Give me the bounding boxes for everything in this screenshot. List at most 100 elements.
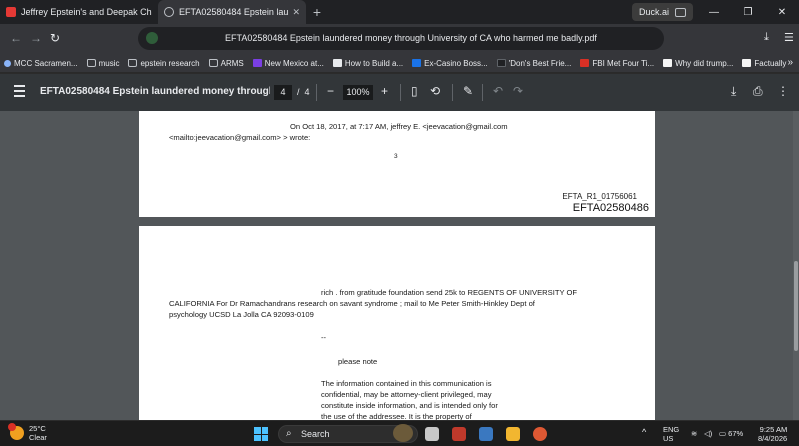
scrollbar-thumb[interactable] — [794, 261, 798, 351]
undo-icon[interactable]: ↶ — [493, 84, 503, 98]
weather-widget[interactable]: 25°C Clear — [8, 423, 47, 442]
redo-icon[interactable]: ↷ — [513, 84, 523, 98]
screen: Jeffrey Epstein's and Deepak Chop EFTA02… — [0, 0, 799, 446]
back-icon[interactable]: ← — [10, 31, 22, 45]
download-icon[interactable]: ⤓ — [731, 84, 736, 99]
new-tab-button[interactable]: + — [306, 0, 328, 24]
minimize-button[interactable]: — — [697, 0, 731, 24]
zoom-in-button[interactable]: + — [381, 84, 388, 98]
language-code: ENG — [663, 425, 680, 434]
language-indicator[interactable]: ENG US — [663, 425, 679, 443]
close-tab-icon[interactable]: ✕ — [292, 7, 300, 18]
site-icon — [332, 59, 342, 67]
total-pages: 4 — [304, 87, 310, 97]
zoom-out-button[interactable]: − — [327, 84, 334, 98]
file-manager-icon[interactable] — [425, 427, 439, 441]
address-text: EFTA02580484 Epstein laundered money thr… — [225, 33, 597, 43]
search-label: Search — [301, 429, 330, 439]
volume-icon[interactable]: ◁) — [704, 429, 712, 438]
sidebar-icon — [675, 7, 686, 17]
download-icon[interactable]: ⤓ — [764, 31, 769, 44]
folder-icon[interactable] — [506, 427, 520, 441]
bookmark-label: 'Don's Best Frie... — [508, 58, 572, 68]
site-icon — [663, 59, 673, 67]
pdf-page-3: On Oct 18, 2017, at 7:17 AM, jeffrey E. … — [139, 111, 655, 217]
chevron-up-icon[interactable]: ^ — [642, 428, 646, 437]
vertical-scrollbar[interactable] — [793, 111, 799, 420]
email-header-line: <mailto:jeevacation@gmail.com> > wrote: — [169, 133, 311, 142]
duck-ai-button[interactable]: Duck.ai — [631, 3, 693, 21]
rotate-icon[interactable]: ⟲ — [430, 84, 440, 98]
notepad-icon[interactable] — [479, 427, 493, 441]
body-line: psychology UCSD La Jolla CA 92093-0109 — [169, 310, 314, 319]
please-note-text: please note — [338, 357, 378, 366]
close-window-button[interactable]: ✕ — [765, 0, 799, 24]
page-number-input[interactable]: 4 — [274, 85, 292, 100]
body-line: rich . from gratitude foundation send 25… — [321, 288, 578, 297]
bookmark-epstein-research[interactable]: epstein research — [128, 59, 200, 68]
print-icon[interactable]: ⎙ — [753, 84, 763, 99]
duckduckgo-icon[interactable] — [533, 427, 547, 441]
maximize-button[interactable]: ❐ — [731, 0, 765, 24]
folder-icon — [128, 59, 138, 67]
site-icon — [580, 59, 590, 67]
sparkle-icon — [4, 59, 11, 67]
bookmark-why-did-trump[interactable]: Why did trump... — [663, 59, 733, 68]
page-number-label: 3 — [394, 153, 398, 160]
bookmark-arms[interactable]: ARMS — [208, 59, 244, 68]
more-bookmarks-icon[interactable]: » — [787, 57, 793, 68]
weather-condition: Clear — [29, 433, 47, 442]
hamburger-icon[interactable] — [14, 85, 25, 100]
pdf-page-4: rich . from gratitude foundation send 25… — [139, 226, 655, 420]
toolbar-divider — [400, 84, 401, 101]
bookmark-mcc-sacramento[interactable]: MCC Sacramen... — [4, 59, 78, 68]
confidentiality-line: confidential, may be attorney-client pri… — [321, 390, 492, 399]
bookmark-label: Factually — [754, 58, 787, 68]
site-icon — [412, 59, 422, 67]
bookmark-label: music — [98, 58, 120, 68]
bookmark-label: MCC Sacramen... — [14, 58, 78, 68]
bookmark-label: Ex-Casino Boss... — [424, 58, 488, 68]
zoom-input[interactable]: 100% — [343, 85, 373, 100]
bookmark-factually[interactable]: Factually — [742, 59, 786, 68]
shield-icon[interactable] — [146, 32, 158, 44]
annotate-pen-icon[interactable]: ✎ — [463, 84, 473, 98]
bookmark-new-mexico[interactable]: New Mexico at... — [252, 58, 324, 68]
folder-icon — [208, 59, 218, 67]
tab-title: Jeffrey Epstein's and Deepak Chop — [21, 7, 152, 17]
tab-strip-spacer — [328, 0, 628, 24]
tab-strip: Jeffrey Epstein's and Deepak Chop EFTA02… — [0, 0, 799, 24]
bookmark-dons-best-friend[interactable]: 'Don's Best Frie... — [496, 58, 572, 68]
menu-icon[interactable]: ☰ — [784, 31, 794, 44]
toolbar-divider — [316, 84, 317, 101]
bookmarks-bar: MCC Sacramen... music epstein research A… — [0, 54, 799, 73]
clock[interactable]: 9:25 AM 8/4/2026 — [758, 425, 787, 443]
duck-ai-label: Duck.ai — [638, 7, 669, 17]
bates-number-small: EFTA_R1_01756061 — [562, 192, 637, 201]
signature-dashes: -- — [321, 333, 327, 342]
bookmark-fbi-met[interactable]: FBI Met Four Ti... — [580, 59, 654, 68]
address-bar[interactable]: EFTA02580484 Epstein laundered money thr… — [138, 27, 664, 50]
site-icon — [496, 59, 506, 67]
reload-icon[interactable]: ↻ — [50, 31, 60, 45]
wifi-icon[interactable]: ≋ — [691, 429, 697, 438]
forward-icon[interactable]: → — [30, 31, 42, 45]
favicon-icon — [6, 7, 16, 17]
tab-jeffrey-epstein[interactable]: Jeffrey Epstein's and Deepak Chop — [0, 0, 158, 24]
windows-start-icon[interactable] — [254, 427, 268, 441]
bookmark-how-to-build[interactable]: How to Build a... — [332, 59, 403, 68]
email-header-line: On Oct 18, 2017, at 7:17 AM, jeffrey E. … — [290, 122, 508, 131]
more-options-icon[interactable]: ⋮ — [777, 84, 789, 98]
bookmark-ex-casino-boss[interactable]: Ex-Casino Boss... — [412, 59, 488, 68]
fit-page-icon[interactable]: ▯ — [411, 84, 418, 98]
pdf-viewer[interactable]: On Oct 18, 2017, at 7:17 AM, jeffrey E. … — [0, 111, 799, 420]
bookmark-music[interactable]: music — [86, 58, 120, 68]
tab-efta-pdf[interactable]: EFTA02580484 Epstein launde ✕ — [158, 0, 306, 24]
pdf-toolbar: EFTA02580484 Epstein laundered money thr… — [0, 74, 799, 111]
search-highlight-icon[interactable] — [393, 424, 413, 442]
page-separator: / — [297, 87, 300, 97]
battery-indicator[interactable]: ▭ 67% — [719, 429, 743, 438]
app-icon[interactable] — [452, 427, 466, 441]
bookmark-label: New Mexico at... — [264, 58, 324, 68]
bookmark-label: Why did trump... — [675, 58, 734, 68]
